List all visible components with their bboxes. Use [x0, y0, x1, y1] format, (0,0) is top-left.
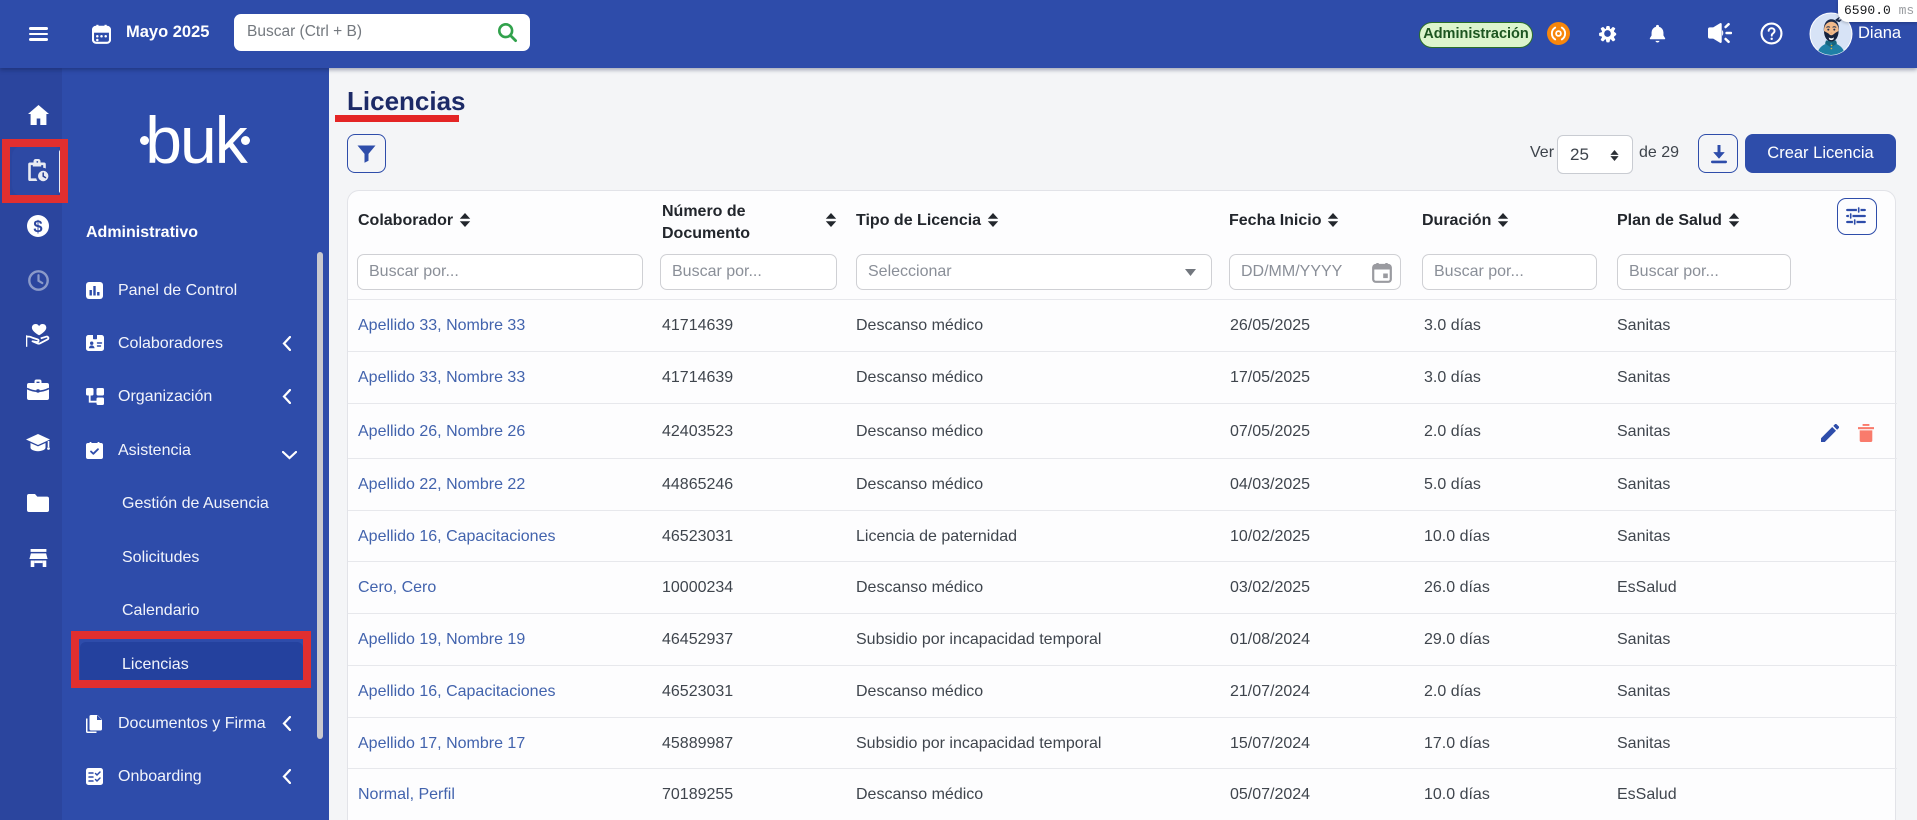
svg-text:$: $ [33, 218, 42, 236]
